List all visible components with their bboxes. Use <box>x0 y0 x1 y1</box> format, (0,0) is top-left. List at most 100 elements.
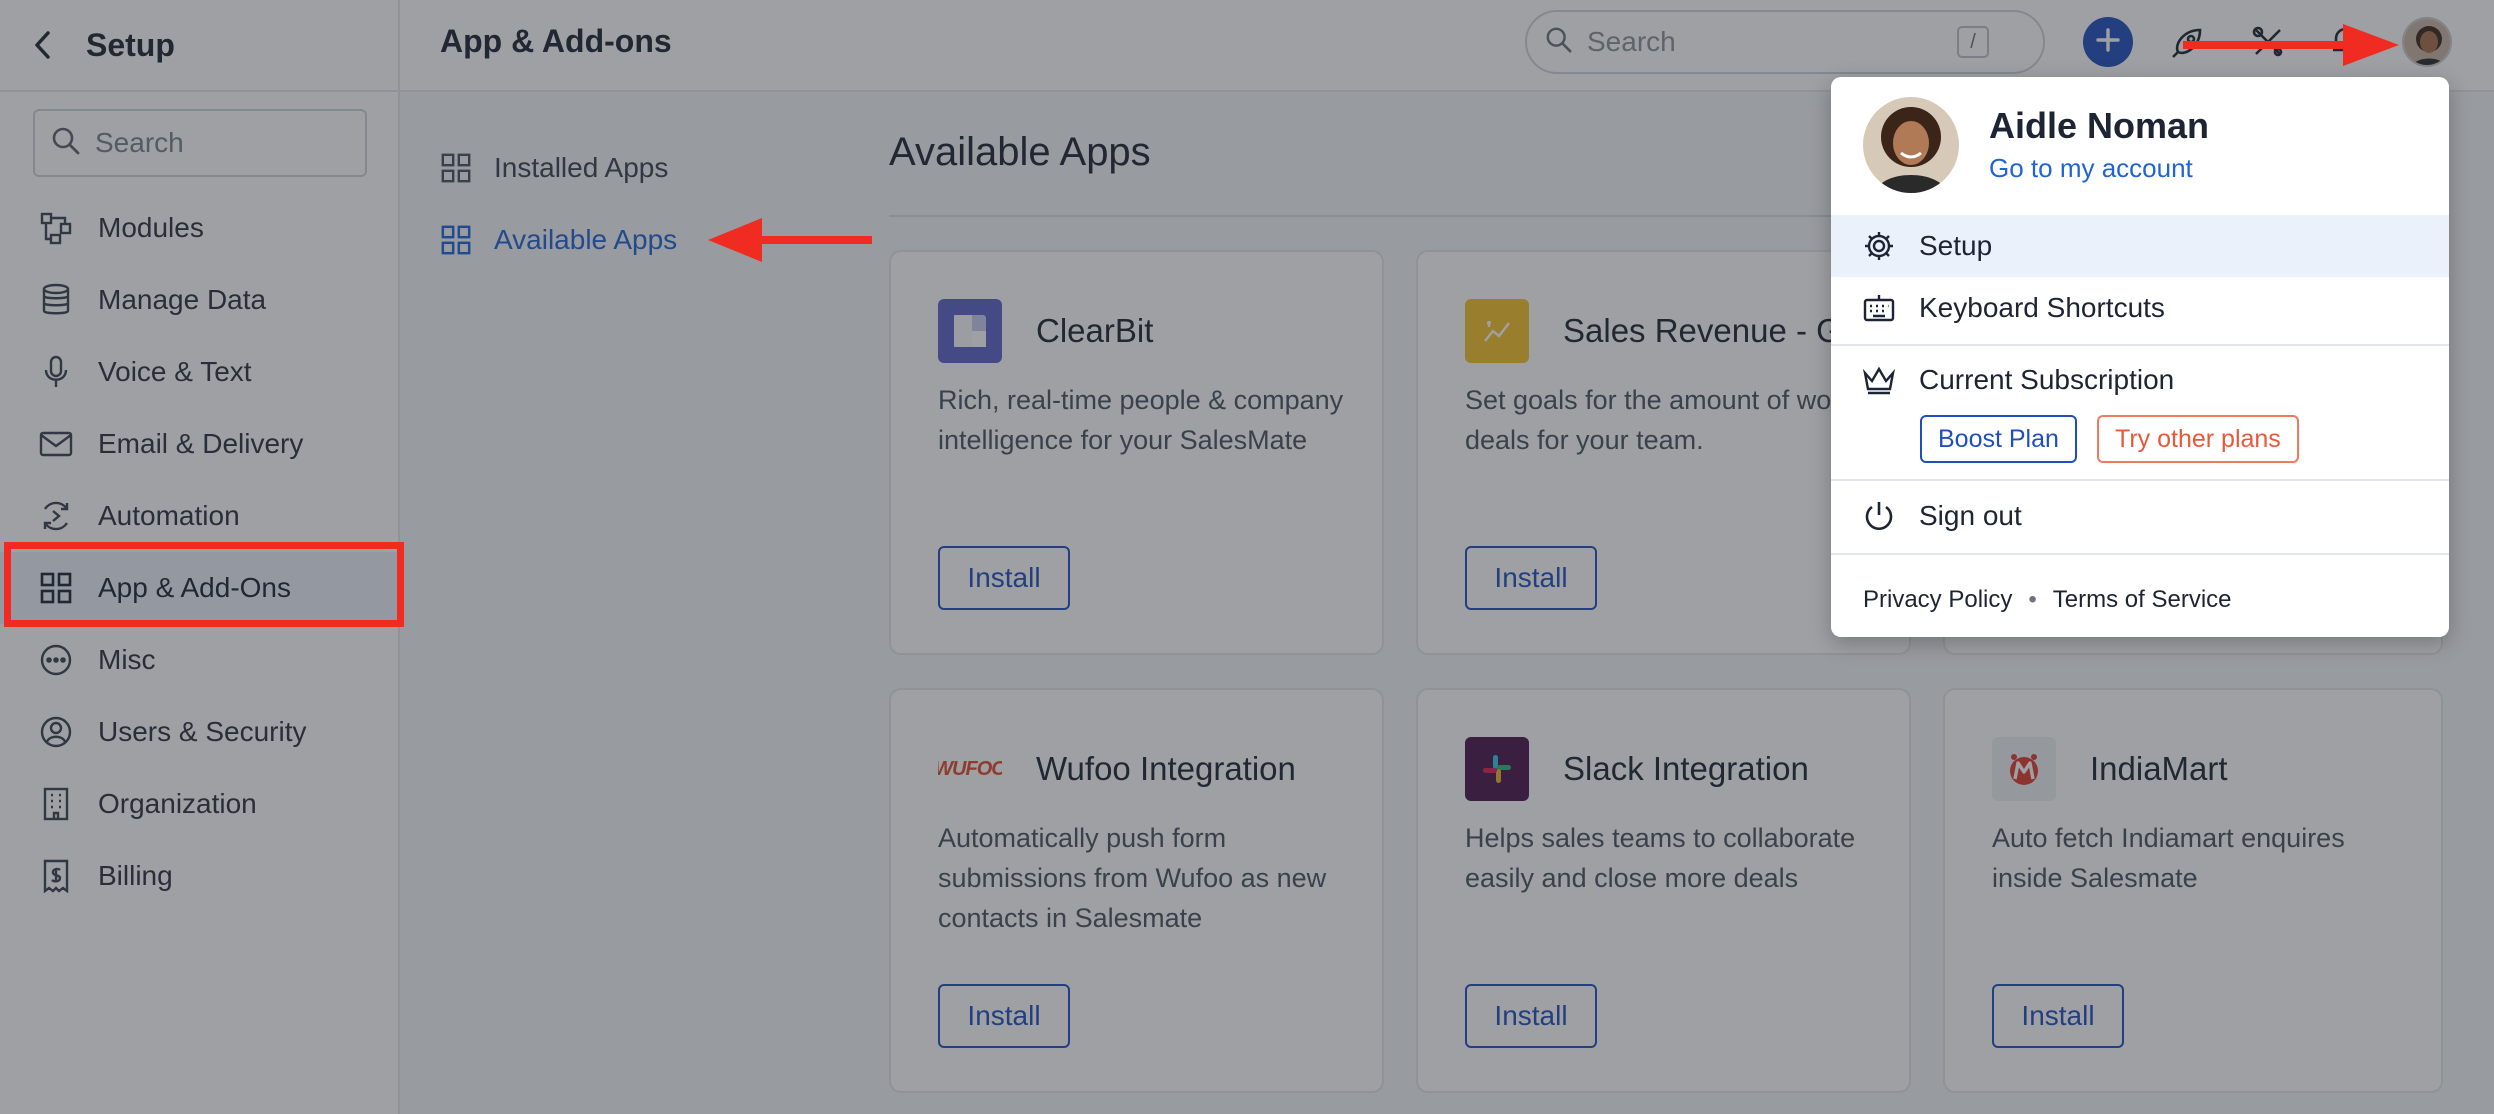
menu-divider <box>1831 344 2449 346</box>
indiamart-logo <box>1992 737 2056 801</box>
app-name: Wufoo Integration <box>1036 750 1296 787</box>
profile-avatar <box>1863 97 1959 193</box>
sidebar-item-label: Organization <box>98 788 257 819</box>
sidebar-search-input[interactable] <box>95 127 335 159</box>
sidebar-item-label: Automation <box>98 500 240 531</box>
search-icon <box>51 126 81 161</box>
rocket-icon[interactable] <box>2168 22 2208 62</box>
menu-current-subscription[interactable]: Current Subscription <box>1831 349 2449 411</box>
database-icon <box>38 282 74 318</box>
search-shortcut-key: / <box>1957 26 1989 58</box>
subnav-item-label: Available Apps <box>494 224 678 255</box>
install-button[interactable]: Install <box>1465 546 1597 610</box>
terms-of-service-link[interactable]: Terms of Service <box>2053 586 2232 614</box>
sidebar-item-misc[interactable]: Misc <box>0 624 400 696</box>
subnav-installed-apps[interactable]: Installed Apps <box>440 152 668 184</box>
sidebar-item-label: Modules <box>98 212 204 243</box>
apps-subnav: Installed Apps Available Apps <box>400 92 870 1114</box>
add-button[interactable] <box>2083 17 2133 67</box>
sidebar-item-label: Users & Security <box>98 716 307 747</box>
bell-icon[interactable] <box>2326 22 2366 62</box>
profile-name: Aidle Noman <box>1989 105 2210 146</box>
sidebar-item-label: Billing <box>98 860 173 891</box>
gear-icon <box>1861 228 1897 264</box>
wufoo-logo: WUFOO <box>938 757 1002 780</box>
section-title: Available Apps <box>889 130 1151 174</box>
mail-icon <box>38 426 74 462</box>
sidebar-item-label: Manage Data <box>98 284 267 315</box>
install-button[interactable]: Install <box>1992 984 2124 1048</box>
grid-icon <box>440 152 472 184</box>
building-icon <box>38 786 74 822</box>
power-icon <box>1861 498 1897 534</box>
menu-divider <box>1831 553 2449 555</box>
install-button[interactable]: Install <box>938 546 1070 610</box>
back-icon[interactable] <box>28 30 58 60</box>
sidebar-search[interactable] <box>33 109 367 177</box>
privacy-policy-link[interactable]: Privacy Policy <box>1863 586 2012 614</box>
menu-sign-out-label: Sign out <box>1919 500 2022 531</box>
automation-icon <box>38 498 74 534</box>
menu-keyboard-shortcuts[interactable]: Keyboard Shortcuts <box>1831 277 2449 339</box>
user-avatar[interactable] <box>2402 17 2452 67</box>
subnav-available-apps[interactable]: Available Apps <box>440 224 677 256</box>
receipt-icon <box>38 858 74 894</box>
sidebar-item-label: Email & Delivery <box>98 428 304 459</box>
install-button[interactable]: Install <box>1465 984 1597 1048</box>
app-name: Slack Integration <box>1563 750 1809 787</box>
more-icon <box>38 642 74 678</box>
install-button[interactable]: Install <box>938 984 1070 1048</box>
sidebar-header: Setup <box>0 0 398 92</box>
global-search-input[interactable] <box>1587 26 1957 58</box>
app-name: Sales Revenue - G <box>1563 312 1842 349</box>
app-description: Set goals for the amount of won deals fo… <box>1465 385 1847 455</box>
boost-plan-badge[interactable]: Boost Plan <box>1920 415 2077 463</box>
sidebar-item-organization[interactable]: Organization <box>0 768 400 840</box>
profile-menu-footer: Privacy Policy • Terms of Service <box>1863 586 2232 614</box>
app-description: Rich, real-time people & company intelli… <box>938 385 1344 455</box>
clearbit-logo <box>938 299 1002 363</box>
app-card: ClearBit Rich, real-time people & compan… <box>889 250 1384 655</box>
crown-icon <box>1861 362 1897 398</box>
menu-setup-label: Setup <box>1919 230 1993 261</box>
subnav-item-label: Installed Apps <box>494 152 669 183</box>
footer-separator: • <box>2028 586 2037 613</box>
menu-sign-out[interactable]: Sign out <box>1831 485 2449 547</box>
sidebar-item-manage-data[interactable]: Manage Data <box>0 264 400 336</box>
profile-menu: Aidle Noman Go to my account Setup Keybo… <box>1831 77 2449 637</box>
slack-logo <box>1465 737 1529 801</box>
search-icon <box>1545 26 1573 59</box>
sidebar-item-voice-text[interactable]: Voice & Text <box>0 336 400 408</box>
menu-keyboard-shortcuts-label: Keyboard Shortcuts <box>1919 292 2165 323</box>
tools-icon[interactable] <box>2248 22 2288 62</box>
plus-icon <box>2095 27 2121 58</box>
app-description: Helps sales teams to collaborate easily … <box>1465 823 1856 893</box>
sidebar-item-billing[interactable]: Billing <box>0 840 400 912</box>
app-card: Slack Integration Helps sales teams to c… <box>1416 688 1911 1093</box>
try-other-plans-button[interactable]: Try other plans <box>2097 415 2299 463</box>
sidebar-item-email-delivery[interactable]: Email & Delivery <box>0 408 400 480</box>
keyboard-icon <box>1861 290 1897 326</box>
page-title: App & Add-ons <box>440 23 672 59</box>
app-description: Auto fetch Indiamart enquires inside Sal… <box>1992 823 2345 893</box>
sidebar-item-users-security[interactable]: Users & Security <box>0 696 400 768</box>
sidebar-item-modules[interactable]: Modules <box>0 192 400 264</box>
account-link[interactable]: Go to my account <box>1989 153 2193 184</box>
app-name: ClearBit <box>1036 312 1154 349</box>
microphone-icon <box>38 354 74 390</box>
app-description: Automatically push form submissions from… <box>938 823 1327 933</box>
app-card: IndiaMart Auto fetch Indiamart enquires … <box>1943 688 2443 1093</box>
sidebar-item-label: Misc <box>98 644 156 675</box>
sidebar-title: Setup <box>86 26 175 63</box>
app-card: WUFOO Wufoo Integration Automatically pu… <box>889 688 1384 1093</box>
menu-setup[interactable]: Setup <box>1831 215 2449 277</box>
user-circle-icon <box>38 714 74 750</box>
sales-revenue-logo <box>1465 299 1529 363</box>
modules-icon <box>38 210 74 246</box>
sidebar-item-label: Voice & Text <box>98 356 252 387</box>
menu-divider <box>1831 479 2449 481</box>
annotation-highlight-box <box>4 542 404 627</box>
global-search[interactable]: / <box>1525 10 2045 74</box>
grid-icon <box>440 224 472 256</box>
menu-current-subscription-label: Current Subscription <box>1919 364 2175 395</box>
